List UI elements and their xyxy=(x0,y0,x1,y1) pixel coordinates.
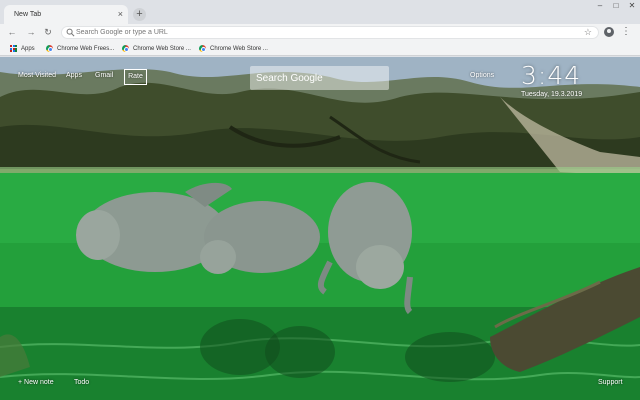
gmail-link[interactable]: Gmail xyxy=(95,72,113,79)
chrome-web-store-icon xyxy=(199,45,206,52)
options-link[interactable]: Options xyxy=(470,72,494,79)
manatee-background-image xyxy=(0,57,640,400)
maximize-button[interactable]: □ xyxy=(608,0,624,12)
reload-button[interactable]: ↻ xyxy=(42,26,54,38)
omnibox-placeholder: Search Google or type a URL xyxy=(76,29,168,36)
apps-link[interactable]: Apps xyxy=(66,72,82,79)
bookmark-chrome-web-store-1[interactable]: Chrome Web Store ... xyxy=(122,44,191,53)
window-controls: – □ ✕ xyxy=(592,0,640,12)
back-button[interactable]: ← xyxy=(6,26,18,38)
clock-time: 3:44 xyxy=(521,61,582,90)
google-search-box[interactable] xyxy=(250,66,389,90)
bookmark-label: Chrome Web Store ... xyxy=(133,45,191,52)
rate-button[interactable]: Rate xyxy=(124,69,147,85)
support-link[interactable]: Support xyxy=(598,379,623,386)
new-note-button[interactable]: + New note xyxy=(18,379,54,386)
new-tab-button[interactable]: + xyxy=(133,8,146,21)
bookmark-apps[interactable]: Apps xyxy=(10,44,35,53)
browser-toolbar: ← → ↻ Search Google or type a URL ☆ ⋮ xyxy=(0,24,640,41)
clock-date: Tuesday, 19.3.2019 xyxy=(521,91,583,98)
close-tab-icon[interactable]: × xyxy=(118,9,123,19)
bookmarks-bar: Apps Chrome Web Frees... Chrome Web Stor… xyxy=(0,41,640,56)
close-window-button[interactable]: ✕ xyxy=(624,0,640,12)
apps-grid-icon xyxy=(10,45,17,52)
google-search-input[interactable] xyxy=(250,66,389,90)
title-bar: New Tab × + – □ ✕ xyxy=(0,0,640,24)
chrome-web-store-icon xyxy=(122,45,129,52)
new-tab-page: Most Visited Apps Gmail Rate Options 3:4… xyxy=(0,57,640,400)
bookmark-label: Chrome Web Store ... xyxy=(210,45,268,52)
search-icon xyxy=(66,28,75,37)
bookmark-chrome-web-store-2[interactable]: Chrome Web Store ... xyxy=(199,44,268,53)
bookmark-star-icon[interactable]: ☆ xyxy=(584,27,592,38)
omnibox[interactable]: Search Google or type a URL ☆ xyxy=(61,26,599,39)
chrome-web-store-icon xyxy=(46,45,53,52)
tab-title: New Tab xyxy=(14,11,42,18)
bookmark-chrome-web-frees[interactable]: Chrome Web Frees... xyxy=(46,44,114,53)
most-visited-link[interactable]: Most Visited xyxy=(18,72,56,79)
forward-button[interactable]: → xyxy=(25,26,37,38)
profile-avatar-icon[interactable] xyxy=(604,27,614,37)
todo-link[interactable]: Todo xyxy=(74,379,89,386)
bookmark-label: Chrome Web Frees... xyxy=(57,45,115,52)
menu-icon[interactable]: ⋮ xyxy=(621,26,631,38)
minimize-button[interactable]: – xyxy=(592,0,608,12)
tab-new-tab[interactable]: New Tab × xyxy=(4,5,128,24)
bookmark-label: Apps xyxy=(21,45,35,52)
